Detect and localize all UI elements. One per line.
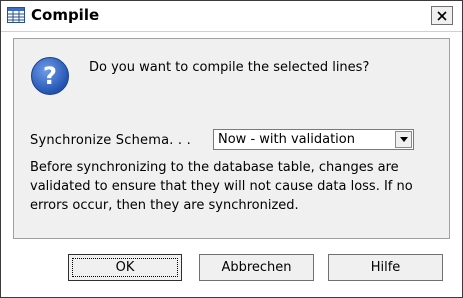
close-button[interactable]	[431, 6, 453, 25]
synchronize-schema-select[interactable]: Now - with validation	[213, 129, 414, 150]
question-icon: ?	[30, 56, 70, 96]
table-icon	[7, 7, 25, 23]
cancel-button[interactable]: Abbrechen	[199, 254, 314, 281]
window-title: Compile	[31, 6, 100, 24]
chevron-down-icon	[399, 137, 408, 142]
dialog-message: Do you want to compile the selected line…	[89, 60, 370, 75]
compile-dialog: Compile ? Do you want to compile the sel…	[0, 0, 463, 298]
synchronize-schema-value: Now - with validation	[218, 132, 355, 147]
svg-text:?: ?	[43, 62, 57, 90]
dropdown-button[interactable]	[395, 131, 412, 148]
ok-button[interactable]: OK	[68, 254, 182, 281]
cancel-button-label: Abbrechen	[221, 260, 292, 275]
focus-rectangle	[72, 258, 178, 277]
help-button-label: Hilfe	[370, 260, 401, 275]
title-bar[interactable]: Compile	[1, 1, 462, 32]
synchronize-schema-label: Synchronize Schema. . .	[30, 133, 191, 148]
close-icon	[437, 10, 447, 21]
description-text: Before synchronizing to the database tab…	[30, 160, 413, 213]
help-button[interactable]: Hilfe	[328, 254, 443, 281]
